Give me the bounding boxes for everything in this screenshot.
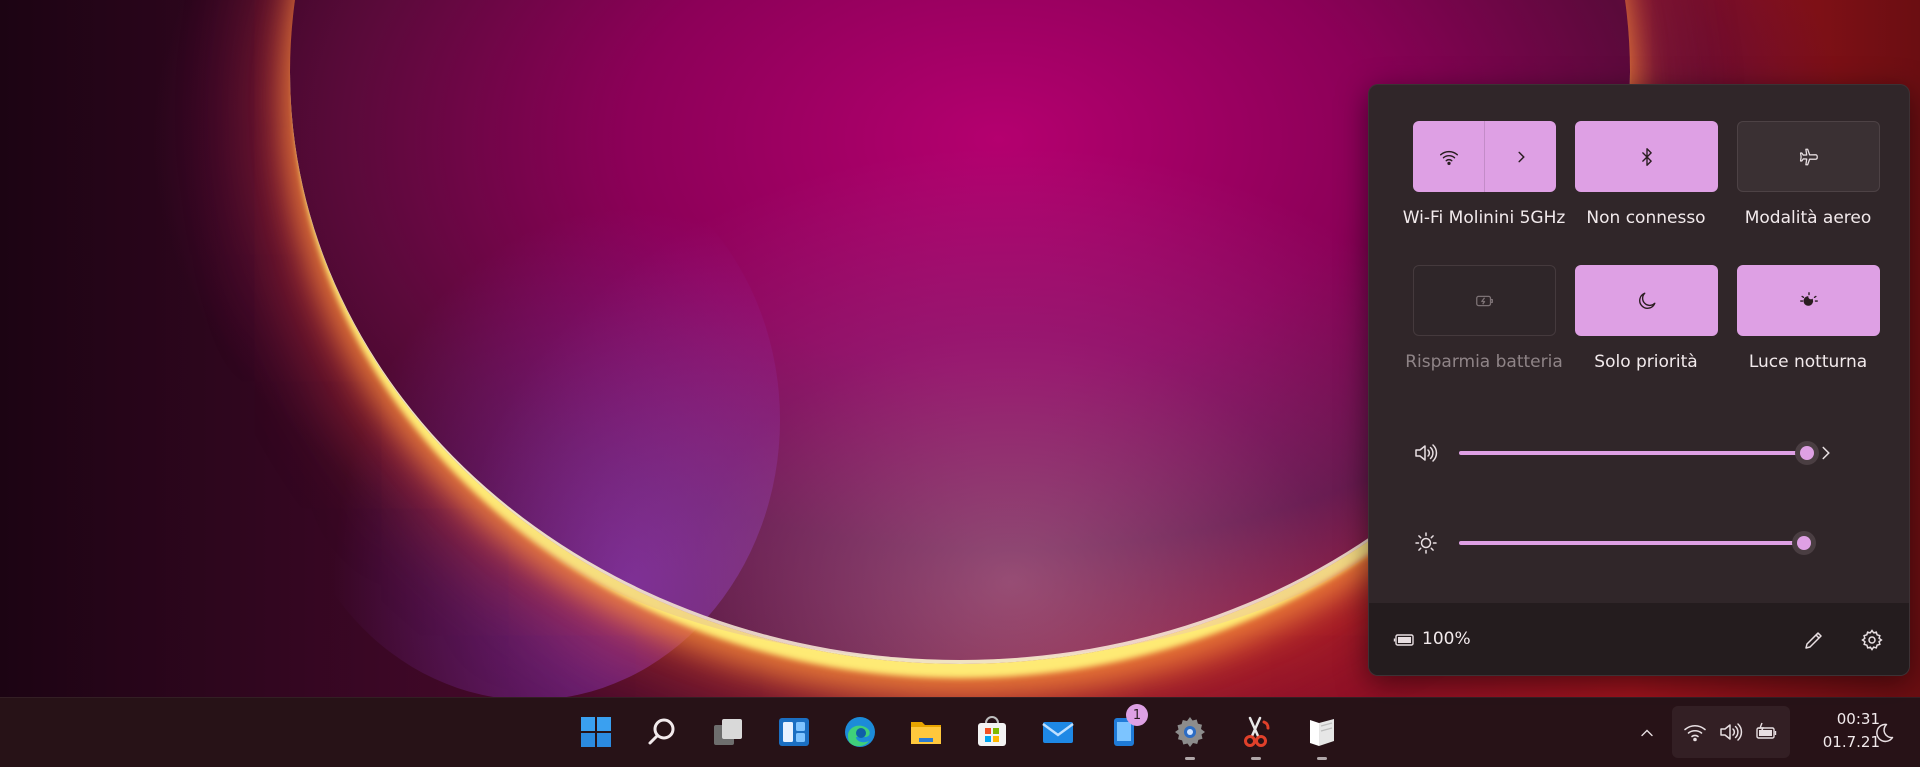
notification-badge: 1 [1126, 704, 1148, 726]
wifi-toggle[interactable] [1413, 121, 1485, 192]
taskbar: 1 00:31 01.7.21 [0, 697, 1920, 767]
quick-settings-tray-button[interactable] [1672, 706, 1790, 758]
running-indicator [1317, 757, 1327, 760]
notification-center-button[interactable] [1864, 718, 1904, 748]
scissors-icon [1244, 716, 1270, 747]
battery-saver-icon [1475, 295, 1493, 306]
bluetooth-tile-label: Non connesso [1586, 208, 1706, 228]
chevron-right-icon [1517, 151, 1525, 162]
widgets-button[interactable] [772, 710, 816, 754]
speaker-icon[interactable] [1413, 441, 1439, 465]
airplane-icon [1799, 148, 1818, 165]
gear-icon [1861, 629, 1883, 651]
wifi-icon [1684, 724, 1706, 742]
running-indicator [1185, 757, 1195, 760]
pencil-icon [1805, 632, 1822, 649]
settings-app-button[interactable] [1168, 710, 1212, 760]
notes-icon [1310, 719, 1334, 746]
airplane-mode-tile-label: Modalità aereo [1744, 208, 1872, 228]
sun-icon [1415, 532, 1437, 554]
airplane-mode-tile[interactable] [1737, 121, 1880, 192]
mail-button[interactable] [1036, 710, 1080, 754]
moon-icon [1876, 723, 1894, 743]
edge-button[interactable] [838, 710, 882, 754]
edge-icon [845, 717, 875, 747]
quick-settings-panel: Wi-Fi Molinini 5GHz Non connesso Modalit… [1368, 84, 1910, 676]
gear-icon [1175, 717, 1205, 747]
battery-percentage[interactable]: 100% [1422, 629, 1471, 649]
battery-charging-icon [1756, 722, 1777, 739]
store-button[interactable] [970, 710, 1014, 754]
widgets-icon [779, 718, 809, 746]
task-view-button[interactable] [706, 710, 750, 754]
speaker-icon [1720, 723, 1743, 741]
search-icon [648, 718, 675, 745]
wifi-icon [1439, 150, 1458, 165]
brightness-slider-thumb[interactable] [1791, 531, 1816, 555]
bluetooth-icon [1641, 147, 1652, 166]
show-hidden-icons-button[interactable] [1632, 718, 1662, 748]
brightness-slider-row [1413, 523, 1863, 563]
file-explorer-button[interactable] [904, 710, 948, 754]
wifi-tile-label: Wi-Fi Molinini 5GHz [1402, 208, 1566, 228]
battery-saver-tile [1413, 265, 1556, 336]
brightness-slider-track[interactable] [1459, 541, 1807, 545]
wifi-tile[interactable] [1413, 121, 1556, 192]
focus-assist-tile[interactable] [1575, 265, 1718, 336]
snipping-tool-button[interactable] [1234, 710, 1278, 760]
battery-icon[interactable] [1393, 632, 1417, 648]
store-icon [978, 716, 1006, 746]
mail-icon [1042, 722, 1074, 743]
running-indicator [1251, 757, 1261, 760]
start-button[interactable] [574, 710, 618, 754]
phone-button[interactable]: 1 [1102, 704, 1148, 754]
night-light-tile[interactable] [1737, 265, 1880, 336]
night-light-icon [1799, 291, 1818, 306]
open-settings-button[interactable] [1857, 625, 1887, 655]
chevron-right-icon[interactable] [1815, 442, 1837, 464]
bluetooth-tile[interactable] [1575, 121, 1718, 192]
battery-saver-tile-label: Risparmia batteria [1405, 352, 1563, 372]
volume-slider-track[interactable] [1459, 451, 1807, 455]
focus-assist-tile-label: Solo priorità [1594, 352, 1698, 372]
quick-settings-footer: 100% [1369, 603, 1909, 675]
volume-slider-row [1413, 433, 1863, 473]
edit-quick-settings-button[interactable] [1799, 625, 1829, 655]
task-view-icon [714, 719, 742, 745]
search-button[interactable] [640, 710, 684, 754]
windows-logo-icon [581, 717, 611, 747]
wifi-expand-button[interactable] [1485, 121, 1556, 192]
chevron-up-icon [1641, 729, 1653, 737]
notes-app-button[interactable] [1300, 710, 1344, 760]
moon-icon [1638, 292, 1655, 309]
night-light-tile-label: Luce notturna [1748, 352, 1868, 372]
folder-icon [911, 722, 941, 744]
